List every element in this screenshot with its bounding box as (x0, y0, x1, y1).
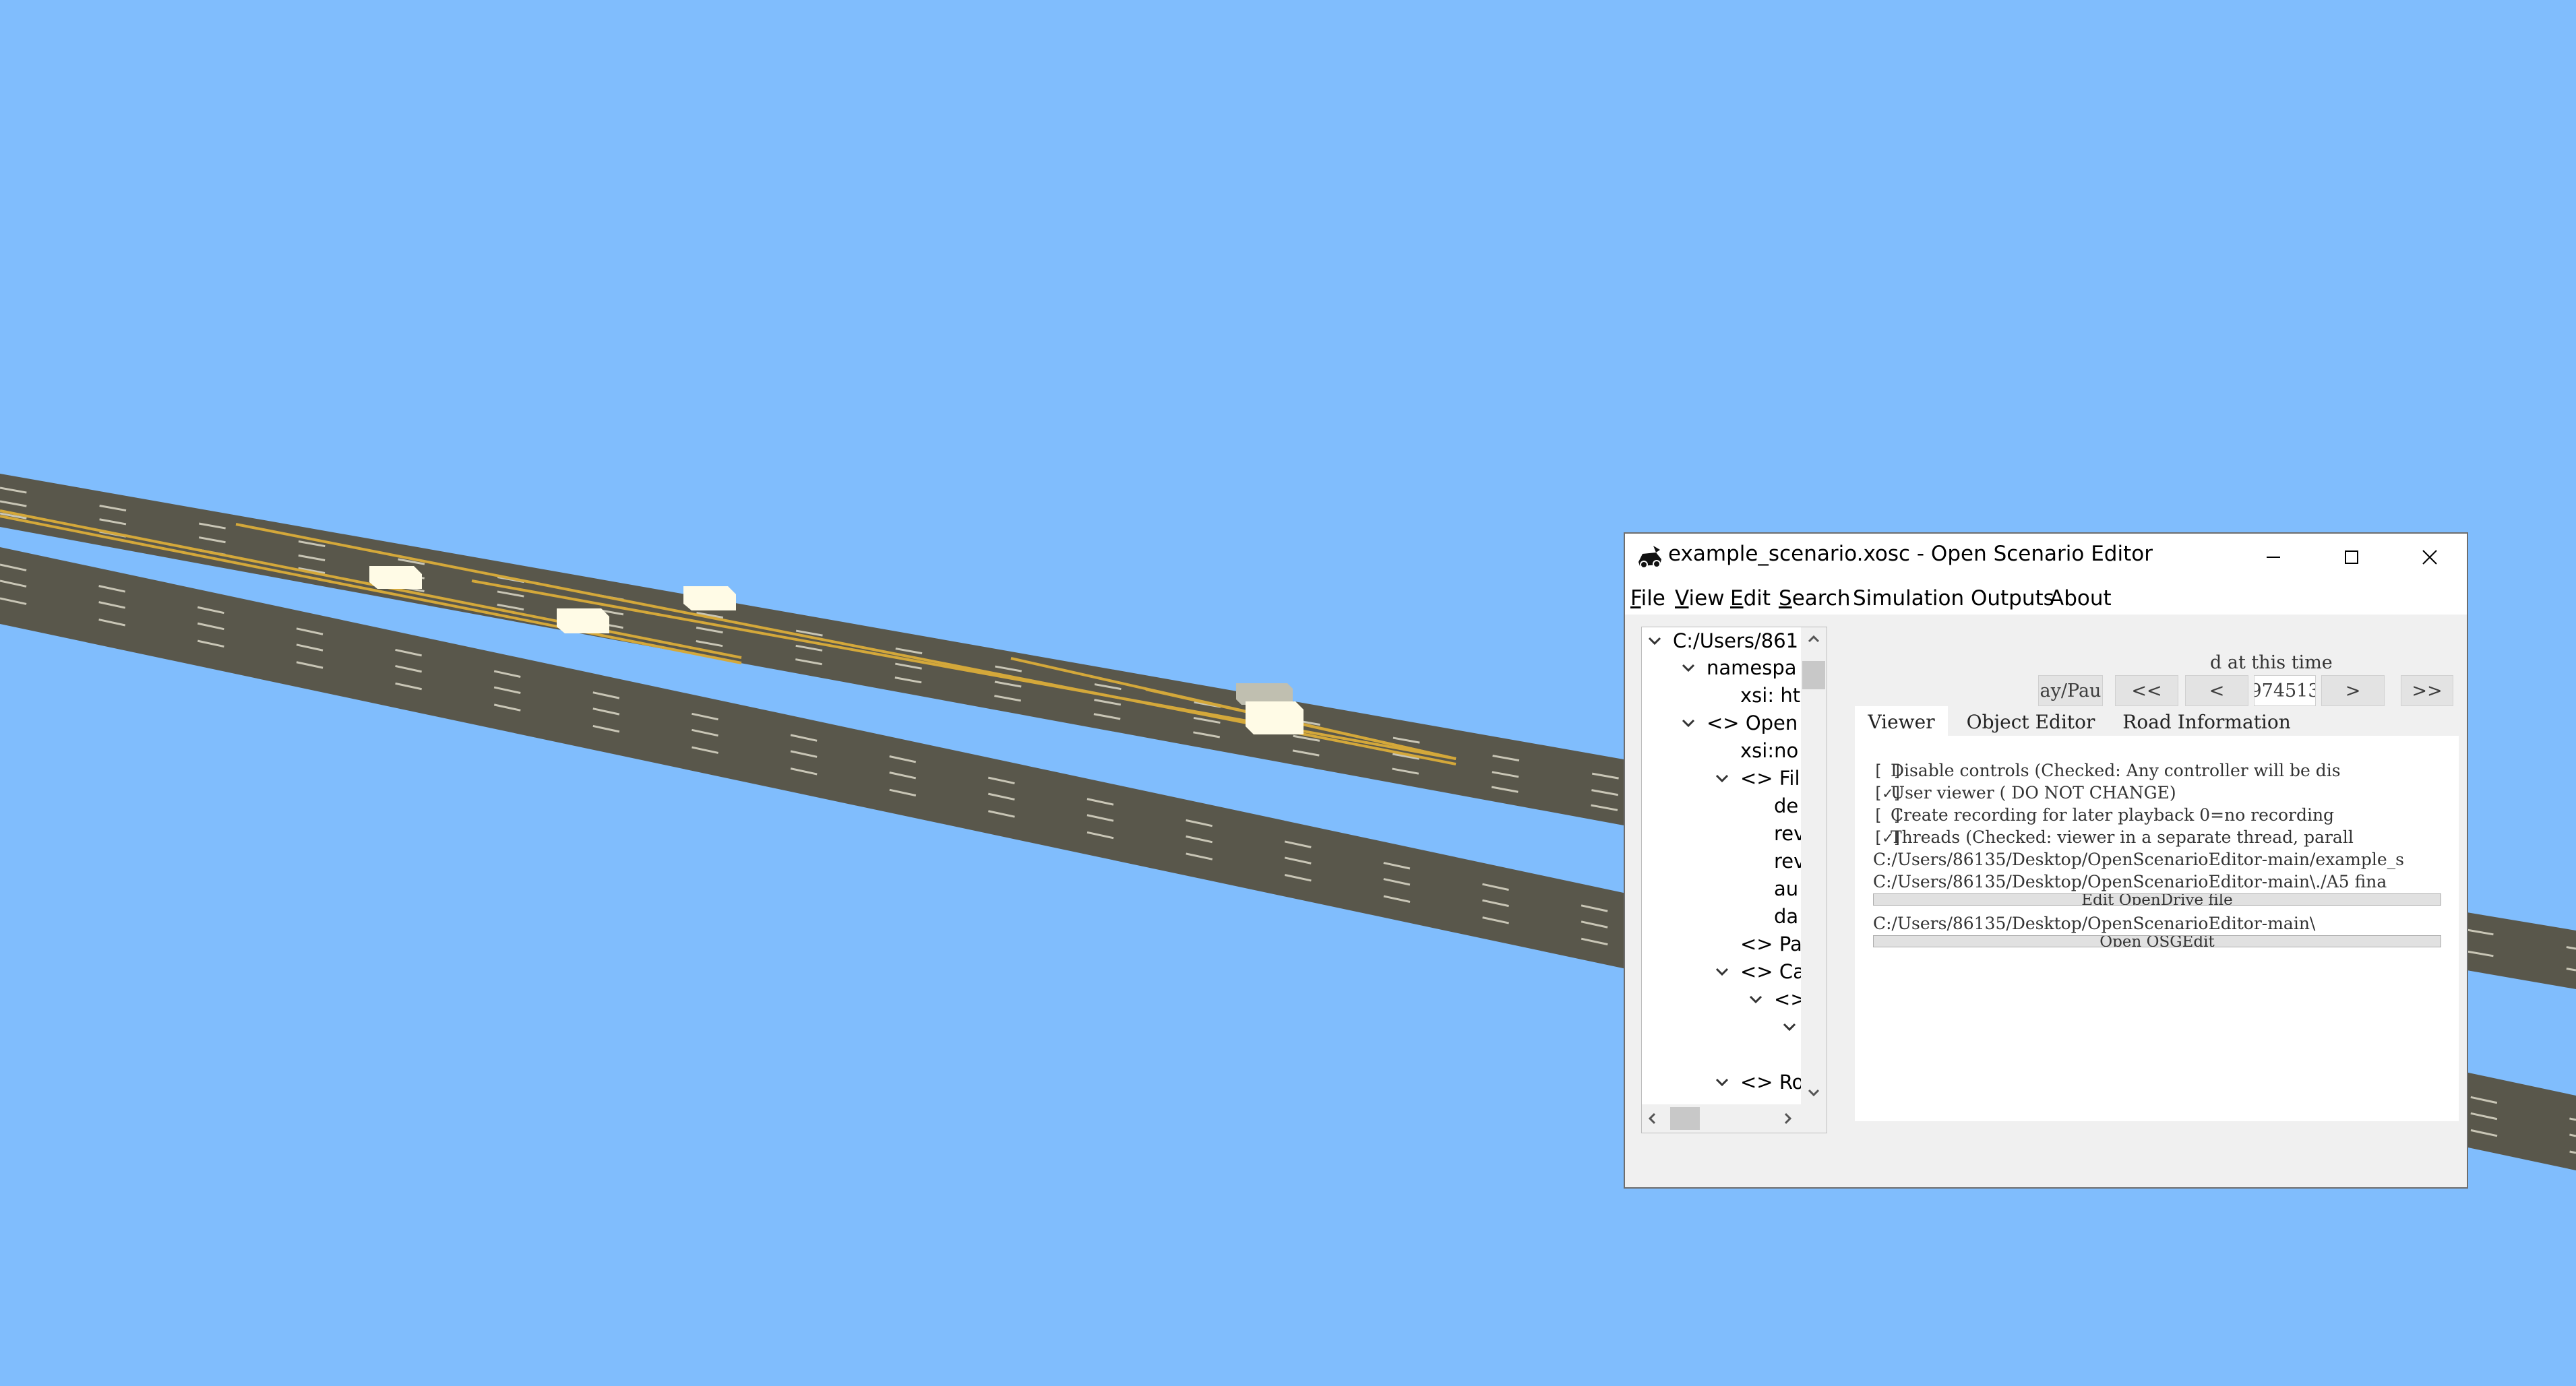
close-icon (2422, 550, 2437, 565)
tree-node[interactable]: da (1774, 903, 1798, 930)
menu-bar: File View Edit Search Simulation Outputs… (1625, 581, 2467, 615)
checkbox-checked[interactable]: [✓] (1873, 784, 1902, 802)
disable-controls-option[interactable]: [ ] Disable controls (Checked: Any contro… (1873, 759, 2441, 782)
menu-about[interactable]: About (2050, 586, 2112, 610)
vehicle (683, 586, 736, 610)
window-title: example_scenario.xosc - Open Scenario Ed… (1668, 542, 2153, 566)
checkbox-checked[interactable]: [✓] (1873, 828, 1902, 847)
scrollbar-corner (1801, 1104, 1827, 1133)
chevron-down-icon[interactable] (1681, 660, 1696, 675)
tree-node[interactable]: xsi:no (1740, 737, 1798, 764)
minimize-button[interactable] (2234, 534, 2312, 581)
osg-path-field[interactable]: C:/Users/86135/Desktop/OpenScenarioEdito… (1873, 912, 2441, 935)
menu-simulation-outputs[interactable]: Simulation Outputs (1853, 586, 2054, 610)
app-logo-icon (1638, 546, 1661, 569)
tree-node[interactable]: au (1774, 875, 1798, 902)
maximize-icon (2345, 550, 2358, 564)
chevron-down-icon[interactable] (1715, 771, 1729, 786)
tree-vscroll-thumb[interactable] (1802, 661, 1825, 689)
scenario-path-field[interactable]: C:/Users/86135/Desktop/OpenScenarioEdito… (1873, 848, 2441, 871)
vehicle (557, 608, 609, 633)
app-window[interactable]: example_scenario.xosc - Open Scenario Ed… (1624, 532, 2468, 1189)
scroll-right-icon[interactable] (1783, 1112, 1793, 1125)
vehicle (369, 566, 422, 589)
tree-horizontal-scrollbar[interactable] (1642, 1104, 1801, 1133)
tab-viewer[interactable]: Viewer (1855, 706, 1948, 737)
menu-search[interactable]: Search (1779, 586, 1851, 610)
chevron-down-icon[interactable] (1715, 964, 1729, 979)
user-viewer-option[interactable]: [✓] User viewer ( DO NOT CHANGE) (1873, 782, 2441, 804)
scroll-up-icon[interactable] (1808, 634, 1820, 643)
tab-object-editor[interactable]: Object Editor (1948, 706, 2114, 737)
chevron-down-icon[interactable] (1647, 633, 1662, 648)
time-input[interactable]: 974513 (2254, 675, 2316, 706)
title-bar[interactable]: example_scenario.xosc - Open Scenario Ed… (1625, 534, 2467, 581)
simulation-hint: d at this time (2210, 652, 2333, 672)
viewer-tab-panel: [ ] Disable controls (Checked: Any contro… (1855, 736, 2459, 1121)
chevron-down-icon[interactable] (1782, 1019, 1797, 1034)
close-button[interactable] (2391, 534, 2467, 581)
maximize-button[interactable] (2312, 534, 2391, 581)
rewind-button[interactable]: << (2115, 675, 2178, 706)
simulation-panel: d at this time ay/Pau << < 974513 > >> V… (1824, 627, 2461, 1179)
tree-vertical-scrollbar[interactable] (1801, 627, 1827, 1104)
edit-opendrive-button[interactable]: Edit OpenDrive file (1873, 893, 2441, 906)
tree-node[interactable]: <> Pa (1740, 931, 1802, 957)
open-osgedit-button[interactable]: Open OSGEdit (1873, 935, 2441, 947)
menu-file[interactable]: File (1630, 586, 1665, 610)
tree-node[interactable]: de (1774, 792, 1798, 819)
tree-node[interactable]: namespa (1681, 654, 1797, 681)
step-back-button[interactable]: < (2185, 675, 2248, 706)
checkbox-unchecked[interactable]: [ ] (1873, 806, 1902, 825)
tree-node[interactable]: <> Fil (1715, 765, 1800, 792)
minimize-icon (2267, 557, 2280, 558)
menu-edit[interactable]: Edit (1730, 586, 1771, 610)
threads-option[interactable]: [✓] Threads (Checked: viewer in a separat… (1873, 826, 2441, 848)
tree-node[interactable]: <> Ca (1715, 958, 1805, 985)
chevron-down-icon[interactable] (1715, 1075, 1729, 1090)
fast-forward-button[interactable]: >> (2401, 675, 2453, 706)
chevron-down-icon[interactable] (1748, 992, 1763, 1007)
scenario-tree[interactable]: C:/Users/861 namespa xsi: ht <> Open xsi… (1641, 627, 1827, 1133)
checkbox-unchecked[interactable]: [ ] (1873, 761, 1902, 780)
tree-node[interactable]: <> Open (1681, 710, 1798, 736)
scroll-left-icon[interactable] (1647, 1112, 1657, 1125)
road-path-field[interactable]: C:/Users/86135/Desktop/OpenScenarioEdito… (1873, 871, 2441, 893)
create-recording-option[interactable]: [ ] Create recording for later playback 0… (1873, 804, 2441, 826)
tree-hscroll-thumb[interactable] (1670, 1107, 1700, 1130)
step-forward-button[interactable]: > (2321, 675, 2385, 706)
scroll-down-icon[interactable] (1808, 1088, 1820, 1098)
menu-view[interactable]: View (1675, 586, 1725, 610)
chevron-down-icon[interactable] (1681, 716, 1696, 730)
tree-node[interactable]: C:/Users/861 (1647, 627, 1798, 654)
tree-node[interactable]: xsi: ht (1740, 682, 1800, 709)
vehicle (1246, 701, 1304, 734)
tree-node[interactable]: <> (1748, 986, 1807, 1013)
tree-node[interactable]: <> Ro (1715, 1069, 1804, 1096)
play-pause-button[interactable]: ay/Pau (2038, 675, 2103, 706)
tab-road-information[interactable]: Road Information (2114, 706, 2300, 737)
